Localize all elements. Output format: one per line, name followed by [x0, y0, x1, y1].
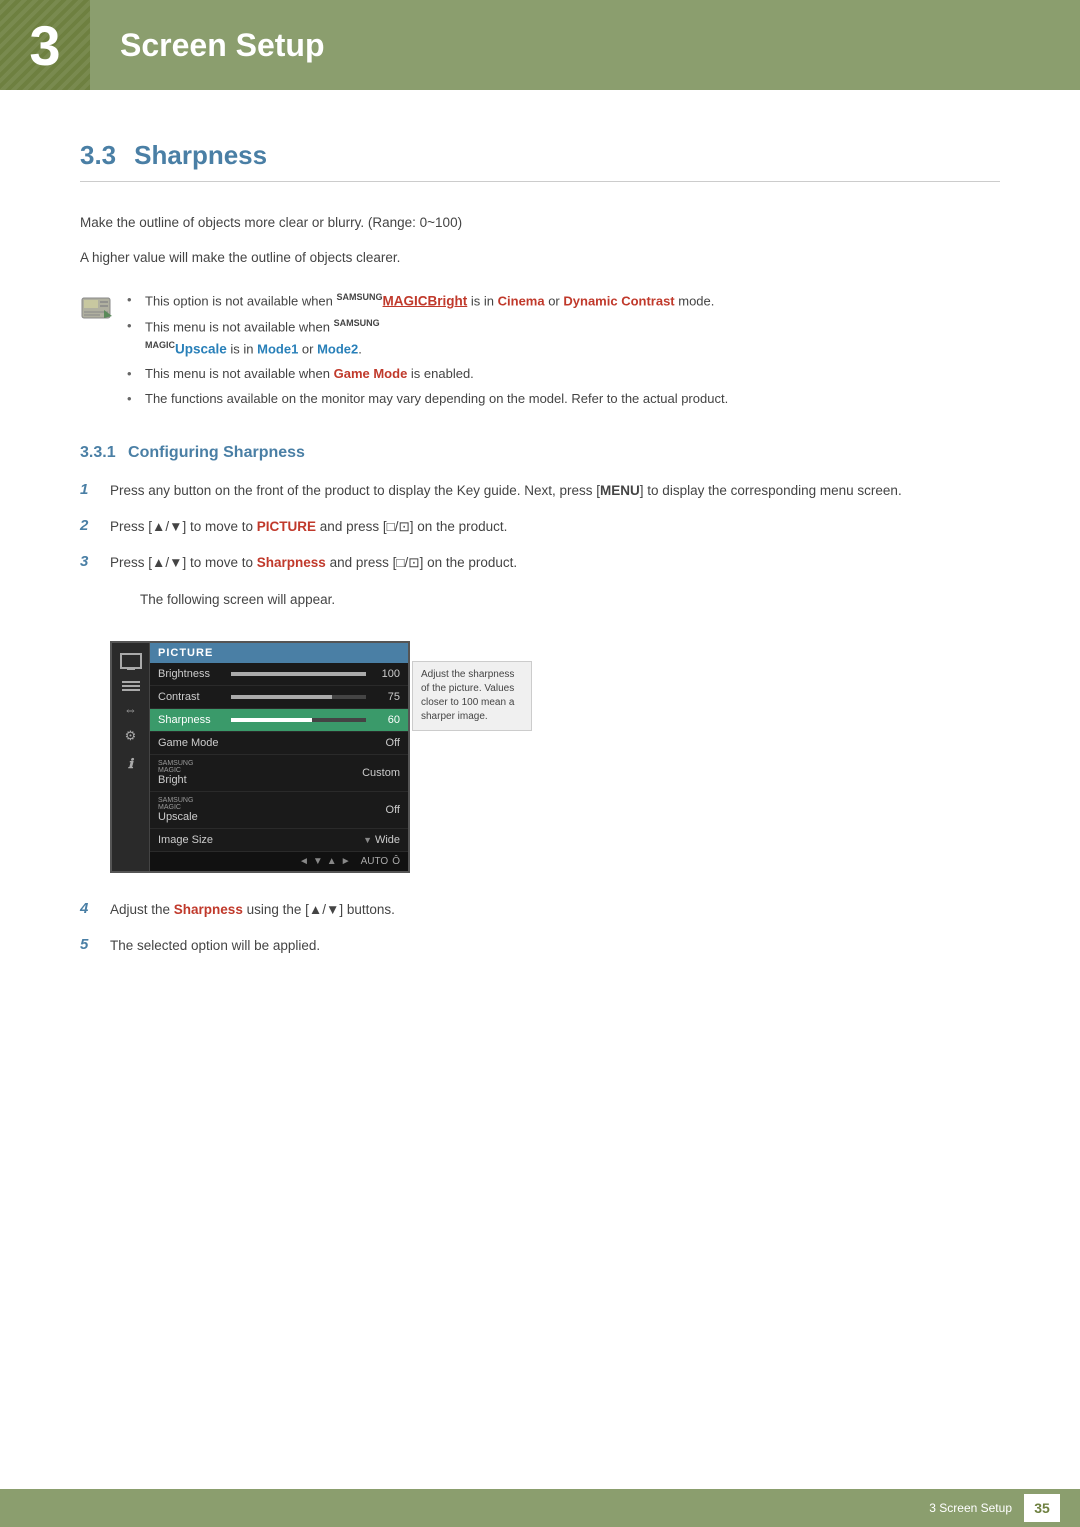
screen-container: ⇔ ⚙ ℹ PICTURE Brightness — [110, 641, 532, 873]
tooltip-box: Adjust the sharpness of the picture. Val… — [412, 661, 532, 731]
sidebar-gear-icon: ⚙ — [125, 728, 137, 744]
chapter-title: Screen Setup — [120, 27, 325, 64]
step-2: 2 Press [▲/▼] to move to PICTURE and pre… — [80, 516, 1000, 538]
note-box: This option is not available when SAMSUN… — [80, 290, 1000, 414]
step-1-text: Press any button on the front of the pro… — [110, 480, 902, 502]
menu-row-imagesize: Image Size ▼ Wide — [150, 829, 408, 852]
step-4: 4 Adjust the Sharpness using the [▲/▼] b… — [80, 899, 1000, 921]
footer-page: 35 — [1024, 1494, 1060, 1522]
section-title: Sharpness — [134, 140, 267, 171]
step-5-number: 5 — [80, 936, 98, 953]
subsection-number: 3.3.1 — [80, 444, 116, 461]
step-5-text: The selected option will be applied. — [110, 935, 320, 957]
step-5: 5 The selected option will be applied. — [80, 935, 1000, 957]
subsection-title: Configuring Sharpness — [128, 444, 305, 461]
monitor-mockup: ⇔ ⚙ ℹ PICTURE Brightness — [110, 641, 532, 873]
step-3-sub-text: The following screen will appear. — [140, 589, 335, 611]
menu-row-contrast: Contrast 75 — [150, 686, 408, 709]
menu-content: PICTURE Brightness 100 Contrast — [150, 643, 408, 871]
steps-list-2: 4 Adjust the Sharpness using the [▲/▼] b… — [80, 899, 1000, 958]
tooltip-text: Adjust the sharpness of the picture. Val… — [421, 669, 514, 722]
step-1: 1 Press any button on the front of the p… — [80, 480, 1000, 502]
monitor-sidebar: ⇔ ⚙ ℹ — [112, 643, 150, 871]
description-1: Make the outline of objects more clear o… — [80, 212, 1000, 235]
note-item-4: The functions available on the monitor m… — [127, 389, 728, 410]
step-2-text: Press [▲/▼] to move to PICTURE and press… — [110, 516, 507, 538]
footer-text: 3 Screen Setup — [929, 1501, 1012, 1515]
page-footer: 3 Screen Setup 35 — [0, 1489, 1080, 1527]
note-item-3: This menu is not available when Game Mod… — [127, 364, 728, 385]
note-icon — [80, 292, 112, 324]
note-item-2: This menu is not available when SAMSUNGM… — [127, 316, 728, 360]
description-2: A higher value will make the outline of … — [80, 247, 1000, 270]
menu-row-magicupscale: SAMSUNGMAGICUpscale Off — [150, 792, 408, 829]
step-4-text: Adjust the Sharpness using the [▲/▼] but… — [110, 899, 395, 921]
step-3-sub: 3 The following screen will appear. — [110, 589, 1000, 611]
step-4-number: 4 — [80, 900, 98, 917]
step-3: 3 Press [▲/▼] to move to Sharpness and p… — [80, 552, 1000, 574]
note-list: This option is not available when SAMSUN… — [127, 290, 728, 414]
menu-header: PICTURE — [150, 643, 408, 663]
section-number: 3.3 — [80, 140, 116, 171]
sidebar-arrows-icon: ⇔ — [124, 703, 137, 716]
sidebar-info-icon: ℹ — [128, 756, 133, 772]
menu-row-brightness: Brightness 100 — [150, 663, 408, 686]
steps-list: 1 Press any button on the front of the p… — [80, 480, 1000, 611]
menu-row-gamemode: Game Mode Off — [150, 732, 408, 755]
note-item-1: This option is not available when SAMSUN… — [127, 290, 728, 312]
chapter-number-box: 3 — [0, 0, 90, 90]
section-heading: 3.3 Sharpness — [80, 140, 1000, 182]
subsection-heading: 3.3.1 Configuring Sharpness — [80, 444, 1000, 462]
monitor-screen: ⇔ ⚙ ℹ PICTURE Brightness — [110, 641, 410, 873]
menu-bottom-bar: ◄ ▼ ▲ ► AUTO Ô — [150, 852, 408, 871]
step-2-number: 2 — [80, 517, 98, 534]
header-banner: 3 Screen Setup — [0, 0, 1080, 90]
step-3-number: 3 — [80, 553, 98, 570]
menu-row-sharpness: Sharpness 60 — [150, 709, 408, 732]
step-3-text: Press [▲/▼] to move to Sharpness and pre… — [110, 552, 517, 574]
menu-row-magicbright: SAMSUNGMAGICBright Custom — [150, 755, 408, 792]
chapter-number: 3 — [29, 13, 60, 78]
sidebar-lines-icon — [122, 681, 140, 691]
main-content: 3.3 Sharpness Make the outline of object… — [0, 90, 1080, 1051]
sidebar-tv-icon — [120, 653, 142, 669]
step-1-number: 1 — [80, 481, 98, 498]
